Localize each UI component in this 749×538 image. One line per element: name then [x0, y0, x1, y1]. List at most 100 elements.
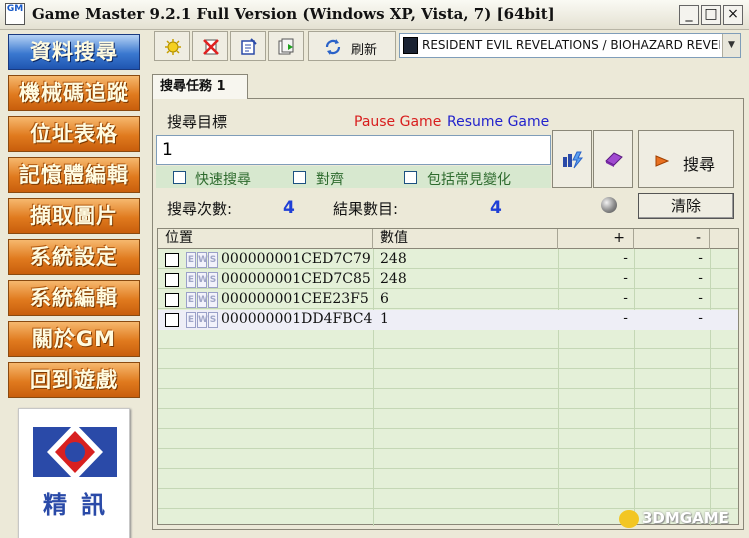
process-select[interactable]: RESIDENT EVIL REVELATIONS / BIOHAZARD RE… — [399, 33, 741, 58]
publisher-name: 精訊 — [43, 491, 119, 519]
row-checkbox[interactable] — [165, 313, 179, 327]
process-name: RESIDENT EVIL REVELATIONS / BIOHAZARD RE… — [422, 38, 720, 52]
table-row[interactable]: E W S 000000001CED7C85 248 - - — [158, 270, 738, 290]
ews-e-icon: E — [186, 292, 196, 308]
fast-search-checkbox[interactable] — [173, 171, 186, 184]
sidebar-item-return-game[interactable]: 回到遊戲 — [8, 362, 140, 398]
tab-search-task-1[interactable]: 搜尋任務 1 — [152, 74, 248, 99]
toolbar: 刷新 RESIDENT EVIL REVELATIONS / BIOHAZARD… — [152, 31, 749, 61]
save-search-icon — [241, 38, 257, 55]
row-address: 000000001CED7C85 — [221, 271, 371, 287]
ews-e-icon: E — [186, 272, 196, 288]
table-row[interactable]: E W S 000000001CED7C79 248 - - — [158, 250, 738, 270]
new-search-button[interactable] — [154, 31, 190, 61]
ews-w-icon: W — [197, 312, 208, 328]
results-table[interactable]: 位置 數值 + - E W S 000000001CED7C79 248 - -… — [157, 228, 739, 526]
row-value: 248 — [380, 271, 407, 287]
sidebar-item-memory-edit[interactable]: 記憶體編輯 — [8, 157, 140, 193]
row-plus: - — [623, 271, 628, 286]
search-value-input[interactable] — [156, 135, 551, 165]
row-plus: - — [623, 311, 628, 326]
clear-button[interactable]: 清除 — [638, 193, 734, 219]
delete-search-button[interactable] — [192, 31, 228, 61]
column-header-minus[interactable]: - — [634, 229, 710, 249]
ews-e-icon: E — [186, 312, 196, 328]
result-count-value: 4 — [490, 198, 502, 218]
search-count-value: 4 — [283, 198, 295, 218]
refresh-button[interactable]: 刷新 — [308, 31, 396, 61]
search-mode-button[interactable] — [552, 130, 592, 188]
column-header-address[interactable]: 位置 — [158, 229, 373, 249]
row-address: 000000001DD4FBC4 — [221, 311, 373, 327]
row-minus: - — [698, 251, 703, 266]
ews-s-icon: S — [208, 292, 218, 308]
pause-game-link[interactable]: Pause Game — [354, 114, 441, 130]
chevron-down-icon[interactable]: ▼ — [722, 34, 740, 57]
align-checkbox[interactable] — [293, 171, 306, 184]
new-search-icon — [165, 39, 181, 55]
row-value: 248 — [380, 251, 407, 267]
result-count-label: 結果數目: — [333, 200, 399, 218]
refresh-icon — [325, 39, 341, 55]
app-icon: GM — [5, 3, 25, 25]
include-variations-label: 包括常見變化 — [427, 172, 511, 188]
include-variations-checkbox[interactable] — [404, 171, 417, 184]
ews-w-icon: W — [197, 272, 208, 288]
sidebar-item-code-trace[interactable]: 機械碼追蹤 — [8, 75, 140, 111]
results-table-header: 位置 數值 + - — [158, 229, 738, 249]
publisher-logo: 精訊 — [18, 408, 130, 538]
row-plus: - — [623, 291, 628, 306]
eraser-icon — [605, 152, 623, 167]
publisher-logo-icon — [33, 423, 117, 481]
row-minus: - — [698, 291, 703, 306]
ews-s-icon: S — [208, 312, 218, 328]
search-count-label: 搜尋次數: — [167, 200, 233, 218]
watermark-icon — [619, 509, 639, 528]
window-title: Game Master 9.2.1 Full Version (Windows … — [32, 5, 555, 23]
sidebar-item-system-settings[interactable]: 系統設定 — [8, 239, 140, 275]
watermark-text: 3DMGAME — [642, 509, 729, 527]
resume-game-link[interactable]: Resume Game — [447, 114, 549, 130]
row-checkbox[interactable] — [165, 273, 179, 287]
process-thumbnail-icon — [403, 37, 418, 54]
ews-s-icon: S — [208, 252, 218, 268]
fast-search-label: 快速搜尋 — [195, 172, 251, 188]
refresh-label: 刷新 — [351, 43, 378, 58]
row-address: 000000001CED7C79 — [221, 251, 371, 267]
search-mode-icon — [563, 151, 584, 169]
sidebar: 資料搜尋 機械碼追蹤 位址表格 記憶體編輯 擷取圖片 系統設定 系統編輯 關於G… — [0, 31, 150, 538]
minimize-button[interactable]: _ — [679, 5, 699, 25]
ews-s-icon: S — [208, 272, 218, 288]
row-minus: - — [698, 311, 703, 326]
sidebar-item-data-search[interactable]: 資料搜尋 — [8, 34, 140, 70]
ews-w-icon: W — [197, 292, 208, 308]
column-header-plus[interactable]: + — [558, 229, 634, 249]
row-value: 1 — [380, 311, 389, 327]
search-target-label: 搜尋目標 — [167, 113, 228, 131]
row-checkbox[interactable] — [165, 293, 179, 307]
row-value: 6 — [380, 291, 389, 307]
align-label: 對齊 — [316, 172, 344, 188]
search-button[interactable]: 搜尋 — [638, 130, 734, 188]
column-header-value[interactable]: 數值 — [373, 229, 558, 249]
table-row[interactable]: E W S 000000001DD4FBC4 1 - - — [158, 310, 738, 330]
table-row[interactable]: E W S 000000001CEE23F5 6 - - — [158, 290, 738, 310]
search-options-button[interactable] — [593, 130, 633, 188]
search-button-label: 搜尋 — [683, 155, 716, 174]
sidebar-item-address-table[interactable]: 位址表格 — [8, 116, 140, 152]
row-address: 000000001CEE23F5 — [221, 291, 369, 307]
load-search-icon — [278, 38, 294, 55]
row-minus: - — [698, 271, 703, 286]
status-led-icon — [601, 197, 617, 213]
sidebar-item-system-edit[interactable]: 系統編輯 — [8, 280, 140, 316]
ews-w-icon: W — [197, 252, 208, 268]
row-checkbox[interactable] — [165, 253, 179, 267]
sidebar-item-capture-image[interactable]: 擷取圖片 — [8, 198, 140, 234]
maximize-button[interactable]: □ — [701, 5, 721, 25]
save-search-button[interactable] — [230, 31, 266, 61]
watermark: 3DMGAME — [619, 509, 729, 528]
row-plus: - — [623, 251, 628, 266]
sidebar-item-about[interactable]: 關於GM — [8, 321, 140, 357]
close-button[interactable]: × — [723, 5, 743, 25]
load-search-button[interactable] — [268, 31, 304, 61]
